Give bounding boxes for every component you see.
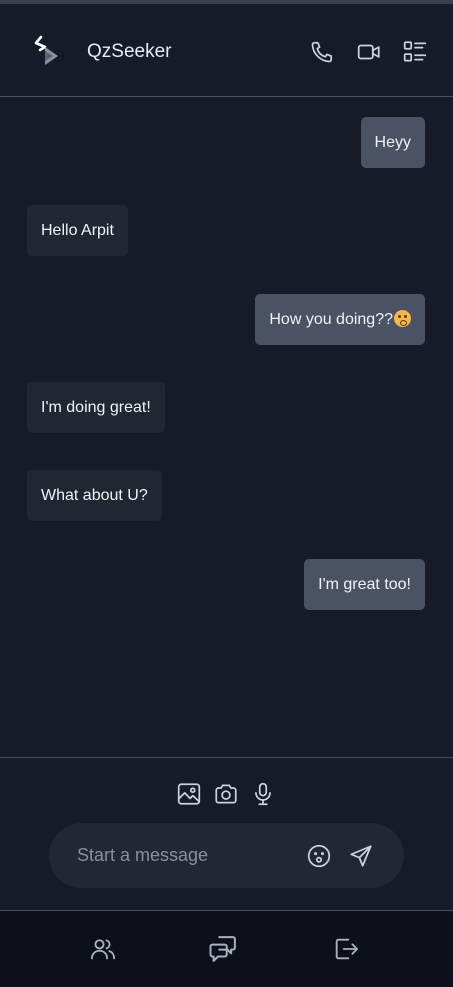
chat-header: QzSeeker — [0, 4, 453, 97]
video-camera-icon[interactable] — [355, 38, 383, 66]
users-icon[interactable] — [87, 933, 119, 965]
bottom-navigation — [0, 911, 453, 987]
emoji-icon[interactable] — [305, 842, 333, 870]
message-text: What about U? — [41, 487, 148, 504]
message-input-wrapper — [49, 823, 404, 888]
message-bubble-outgoing[interactable]: How you doing?? — [255, 294, 425, 345]
message-text: Hello Arpit — [41, 222, 114, 239]
message-input[interactable] — [77, 823, 297, 888]
message-bubble-incoming[interactable]: What about U? — [27, 470, 162, 521]
image-icon[interactable] — [175, 780, 203, 808]
chat-app: QzSeeker Heyy Hello Arpit How you doing?… — [0, 0, 453, 987]
message-bubble-outgoing[interactable]: I'm great too! — [304, 559, 425, 610]
logo-icon[interactable] — [29, 35, 61, 69]
face-emoji-icon — [394, 310, 411, 327]
message-list: Heyy Hello Arpit How you doing?? I'm doi… — [0, 97, 453, 757]
message-bubble-incoming[interactable]: I'm doing great! — [27, 382, 165, 433]
send-icon[interactable] — [347, 842, 375, 870]
message-text: I'm great too! — [318, 576, 411, 593]
phone-icon[interactable] — [308, 38, 336, 66]
message-bubble-outgoing[interactable]: Heyy — [360, 117, 425, 168]
message-composer — [0, 757, 453, 911]
menu-list-icon[interactable] — [401, 38, 429, 66]
message-text: I'm doing great! — [41, 399, 151, 416]
chats-icon[interactable] — [207, 933, 239, 965]
message-text: Heyy — [374, 134, 411, 151]
chat-title: QzSeeker — [87, 41, 172, 62]
logout-icon[interactable] — [330, 933, 362, 965]
message-bubble-incoming[interactable]: Hello Arpit — [27, 205, 128, 256]
camera-icon[interactable] — [212, 780, 240, 808]
microphone-icon[interactable] — [249, 780, 277, 808]
message-text: How you doing?? — [269, 311, 393, 328]
